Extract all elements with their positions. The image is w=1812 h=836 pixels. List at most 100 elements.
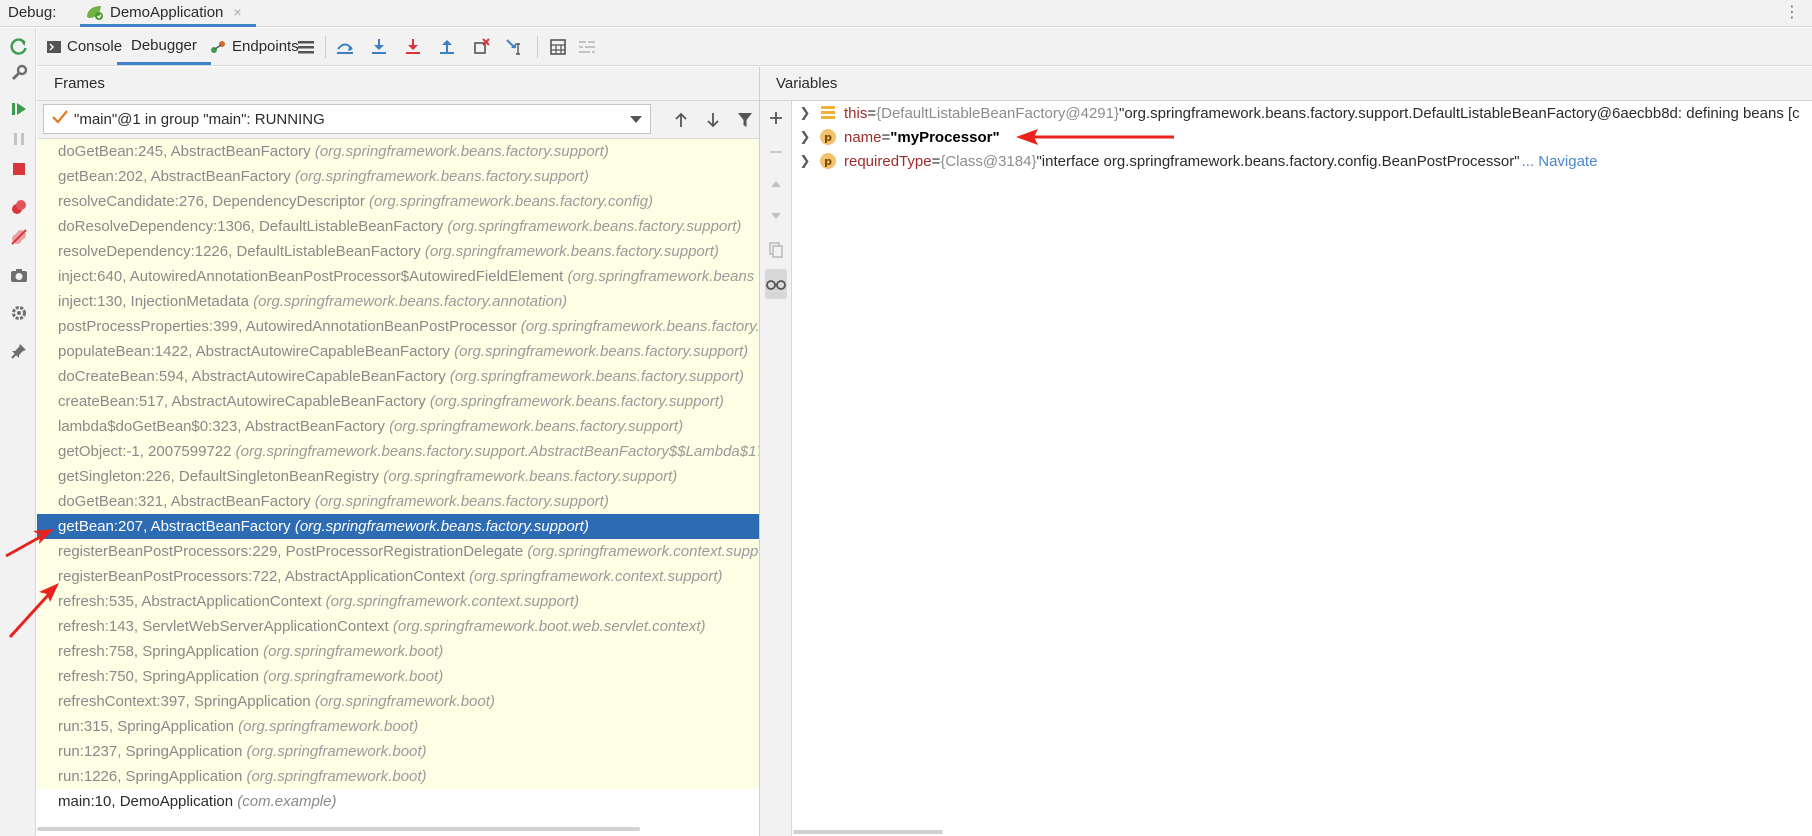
frame-row[interactable]: registerBeanPostProcessors:722, Abstract… [37, 564, 759, 589]
frame-row[interactable]: getBean:202, AbstractBeanFactory (org.sp… [37, 164, 759, 189]
tab-console[interactable]: Console [47, 28, 122, 65]
frame-row[interactable]: doCreateBean:594, AbstractAutowireCapabl… [37, 364, 759, 389]
frame-method: refresh:535, AbstractApplicationContext [58, 593, 322, 610]
frame-row[interactable]: registerBeanPostProcessors:229, PostProc… [37, 539, 759, 564]
variables-horizontal-scrollbar[interactable] [793, 830, 943, 834]
frame-method: refresh:750, SpringApplication [58, 668, 259, 685]
new-watch-plus-icon[interactable] [765, 107, 787, 129]
frame-package: (org.springframework.context.suppo [527, 543, 759, 560]
frame-row[interactable]: run:1226, SpringApplication (org.springf… [37, 764, 759, 789]
frame-package: (org.springframework.beans.factory.suppo… [383, 468, 678, 485]
previous-frame-up-icon[interactable] [669, 108, 693, 132]
frame-row[interactable]: resolveCandidate:276, DependencyDescript… [37, 189, 759, 214]
variable-row-requiredtype[interactable]: ❯ p requiredType = {Class@3184} "interfa… [793, 149, 1598, 173]
frame-row[interactable]: refresh:535, AbstractApplicationContext … [37, 589, 759, 614]
frame-row[interactable]: populateBean:1422, AbstractAutowireCapab… [37, 339, 759, 364]
filter-frames-icon[interactable] [733, 108, 757, 132]
frames-horizontal-scrollbar[interactable] [37, 827, 640, 831]
trace-current-stream-chain-icon[interactable] [575, 36, 599, 58]
tab-endpoints[interactable]: Endpoints [210, 28, 299, 65]
frame-row[interactable]: getSingleton:226, DefaultSingletonBeanRe… [37, 464, 759, 489]
frame-method: lambda$doGetBean$0:323, AbstractBeanFact… [58, 418, 385, 435]
frame-method: resolveDependency:1226, DefaultListableB… [58, 243, 421, 260]
rerun-icon[interactable] [8, 36, 30, 58]
view-breakpoints-icon[interactable] [8, 196, 30, 218]
tab-debugger[interactable]: Debugger [117, 28, 211, 65]
variable-name: this [844, 104, 868, 122]
frame-row[interactable]: run:315, SpringApplication (org.springfr… [37, 714, 759, 739]
frame-package: (org.springframework.boot) [246, 768, 427, 785]
chevron-down-icon [630, 116, 642, 123]
chevron-right-icon[interactable]: ❯ [796, 129, 814, 145]
evaluate-expression-icon[interactable] [546, 36, 570, 58]
force-step-into-icon[interactable] [401, 36, 425, 58]
frame-method: getBean:207, AbstractBeanFactory [58, 518, 291, 535]
chevron-right-icon[interactable]: ❯ [796, 105, 814, 121]
modify-run-configuration-icon[interactable] [8, 62, 30, 84]
frame-method: doGetBean:245, AbstractBeanFactory [58, 143, 311, 160]
frame-row[interactable]: getObject:-1, 2007599722 (org.springfram… [37, 439, 759, 464]
frame-row[interactable]: run:1237, SpringApplication (org.springf… [37, 739, 759, 764]
frame-method: registerBeanPostProcessors:229, PostProc… [58, 543, 524, 560]
step-out-icon[interactable] [435, 36, 459, 58]
frame-row[interactable]: refreshContext:397, SpringApplication (o… [37, 689, 759, 714]
frame-method: doCreateBean:594, AbstractAutowireCapabl… [58, 368, 446, 385]
pin-tab-icon[interactable] [8, 340, 30, 362]
frame-method: doGetBean:321, AbstractBeanFactory [58, 493, 311, 510]
settings-gear-icon[interactable] [8, 302, 30, 324]
variables-title: Variables [776, 75, 838, 92]
show-watches-glasses-icon[interactable] [765, 269, 787, 299]
navigate-link[interactable]: ... Navigate [1522, 153, 1598, 170]
frame-row[interactable]: refresh:143, ServletWebServerApplication… [37, 614, 759, 639]
pause-program-icon[interactable] [8, 128, 30, 150]
more-icon[interactable]: ⋮ [1784, 2, 1800, 22]
tab-console-label: Console [67, 38, 123, 55]
frame-row[interactable]: lambda$doGetBean$0:323, AbstractBeanFact… [37, 414, 759, 439]
variables-panel-header: Variables [760, 67, 1812, 101]
stop-icon[interactable] [8, 158, 30, 180]
remove-watch-minus-icon[interactable] [765, 141, 787, 163]
frame-row[interactable]: doResolveDependency:1306, DefaultListabl… [37, 214, 759, 239]
resume-program-icon[interactable] [8, 98, 30, 120]
show-execution-point-icon[interactable] [333, 36, 357, 58]
frame-method: run:1226, SpringApplication [58, 768, 243, 785]
variable-row-this[interactable]: ❯ this = {DefaultListableBeanFactory@429… [793, 101, 1800, 125]
checkmark-icon [51, 108, 69, 130]
step-into-icon[interactable] [367, 36, 391, 58]
frame-row[interactable]: inject:130, InjectionMetadata (org.sprin… [37, 289, 759, 314]
close-icon[interactable]: × [233, 4, 241, 20]
run-to-cursor-icon[interactable] [503, 36, 527, 58]
frame-row[interactable]: postProcessProperties:399, AutowiredAnno… [37, 314, 759, 339]
frame-method: populateBean:1422, AbstractAutowireCapab… [58, 343, 450, 360]
frame-method: resolveCandidate:276, DependencyDescript… [58, 193, 365, 210]
layout-settings-icon[interactable] [294, 36, 318, 58]
move-watch-down-icon[interactable] [765, 205, 787, 227]
frame-package: (org.springframework.beans.factory.suppo… [389, 418, 684, 435]
frame-method: refresh:758, SpringApplication [58, 643, 259, 660]
move-watch-up-icon[interactable] [765, 173, 787, 195]
thread-dropdown[interactable]: "main"@1 in group "main": RUNNING [43, 104, 651, 134]
frame-row[interactable]: refresh:758, SpringApplication (org.spri… [37, 639, 759, 664]
get-thread-dump-icon[interactable] [8, 264, 30, 286]
variable-name: requiredType [844, 152, 932, 170]
frame-row[interactable]: doGetBean:245, AbstractBeanFactory (org.… [37, 139, 759, 164]
run-tab-demoapplication[interactable]: DemoApplication × [80, 0, 256, 27]
frame-row[interactable]: resolveDependency:1226, DefaultListableB… [37, 239, 759, 264]
chevron-right-icon[interactable]: ❯ [796, 153, 814, 169]
duplicate-watch-icon[interactable] [765, 239, 787, 261]
parameter-badge: p [820, 153, 836, 169]
frame-row[interactable]: getBean:207, AbstractBeanFactory (org.sp… [37, 514, 759, 539]
frame-method: getObject:-1, 2007599722 [58, 443, 232, 460]
frame-package: (org.springframework.beans.factory.suppo… [429, 393, 724, 410]
variable-row-name[interactable]: ❯ p name = "myProcessor" [793, 125, 1000, 149]
frame-row[interactable]: main:10, DemoApplication (com.example) [37, 789, 759, 814]
frame-row[interactable]: inject:640, AutowiredAnnotationBeanPostP… [37, 264, 759, 289]
drop-frame-icon[interactable] [469, 36, 493, 58]
parameter-icon: p [820, 129, 836, 145]
mute-breakpoints-icon[interactable] [8, 226, 30, 248]
frame-package: (org.springframework.beans.factory.suppo… [454, 343, 749, 360]
next-frame-down-icon[interactable] [701, 108, 725, 132]
frame-row[interactable]: doGetBean:321, AbstractBeanFactory (org.… [37, 489, 759, 514]
frame-row[interactable]: createBean:517, AbstractAutowireCapableB… [37, 389, 759, 414]
frame-row[interactable]: refresh:750, SpringApplication (org.spri… [37, 664, 759, 689]
